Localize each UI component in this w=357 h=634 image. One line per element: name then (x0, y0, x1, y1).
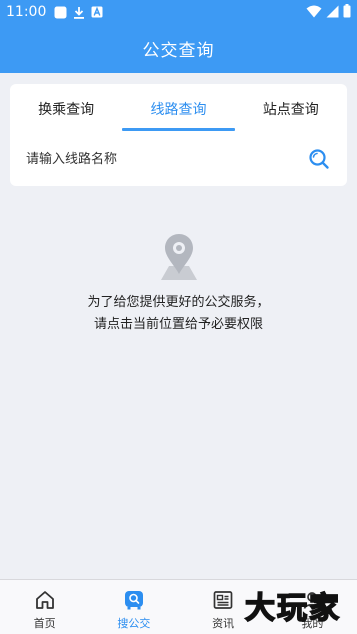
nav-item-news[interactable]: 资讯 (179, 580, 268, 634)
nav-label-news: 资讯 (212, 617, 235, 630)
tab-transfer-query[interactable]: 换乘查询 (10, 84, 122, 132)
active-tab-indicator (122, 128, 235, 131)
profile-icon (300, 588, 324, 612)
search-icon[interactable] (307, 147, 331, 171)
battery-icon (343, 3, 351, 22)
bus-search-icon (122, 588, 146, 612)
nav-label-home: 首页 (33, 617, 56, 630)
search-row (10, 132, 347, 186)
wifi-icon (306, 3, 322, 22)
status-right-group (306, 3, 351, 22)
nav-item-bus-search[interactable]: 搜公交 (89, 580, 178, 634)
query-tabs: 换乘查询 线路查询 站点查询 (10, 84, 347, 132)
download-icon (73, 6, 85, 19)
signal-icon (326, 3, 339, 22)
app-header: 11:00 公交查询 (0, 0, 357, 73)
tab-route-query[interactable]: 线路查询 (122, 84, 234, 132)
nav-label-bus-search: 搜公交 (117, 617, 151, 630)
font-a-icon (91, 6, 103, 18)
status-time: 11:00 (6, 4, 47, 20)
status-bar: 11:00 (0, 0, 357, 24)
nav-item-profile[interactable]: 我的 (268, 580, 357, 634)
tab-stop-query[interactable]: 站点查询 (235, 84, 347, 132)
permission-message: 为了给您提供更好的公交服务， 请点击当前位置给予必要权限 (0, 292, 357, 336)
location-permission-empty-state: 为了给您提供更好的公交服务， 请点击当前位置给予必要权限 (0, 230, 357, 336)
nav-item-home[interactable]: 首页 (0, 580, 89, 634)
search-card: 换乘查询 线路查询 站点查询 (10, 84, 347, 186)
route-search-input[interactable] (26, 144, 307, 174)
permission-message-line-1: 为了给您提供更好的公交服务， (87, 295, 270, 310)
notification-square-icon (54, 6, 67, 19)
app-screen: 11:00 公交查询 换乘查询 线路查询 站点查询 请输入线路名称 为了给您提供… (0, 0, 357, 634)
bottom-navigation: 首页 搜公交 资讯 我的 (0, 579, 357, 634)
map-location-pin-icon (160, 234, 197, 280)
home-icon (33, 588, 57, 612)
permission-message-line-2: 请点击当前位置给予必要权限 (93, 317, 263, 332)
nav-label-profile: 我的 (301, 617, 324, 630)
news-icon (211, 588, 235, 612)
page-title: 公交查询 (142, 41, 215, 61)
